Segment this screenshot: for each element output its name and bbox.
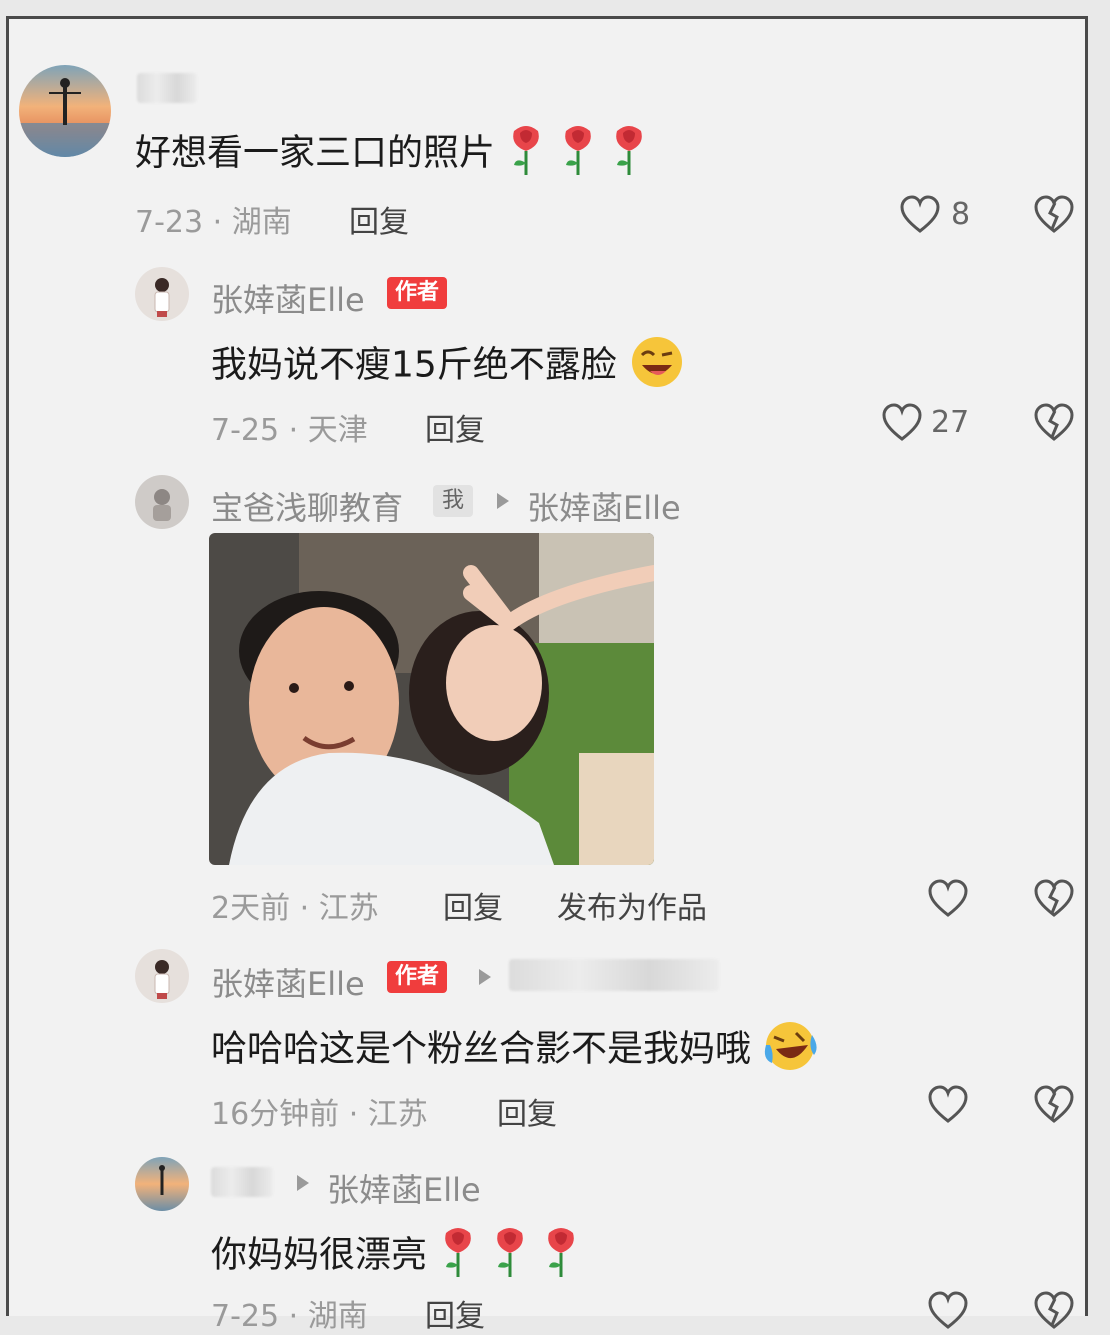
comment-text: 你妈妈很漂亮 bbox=[211, 1225, 581, 1288]
rose-emoji-icon bbox=[609, 123, 649, 186]
like-icon[interactable] bbox=[927, 1085, 969, 1129]
reply-to-name-blurred bbox=[509, 959, 719, 991]
me-badge: 我 bbox=[433, 485, 474, 517]
publish-as-work-button[interactable]: 发布为作品 bbox=[557, 883, 707, 927]
like-count: 8 bbox=[951, 197, 971, 232]
rose-emoji-icon bbox=[490, 1225, 530, 1288]
like-icon[interactable] bbox=[899, 195, 941, 239]
reply-button[interactable]: 回复 bbox=[497, 1089, 557, 1133]
dislike-icon[interactable] bbox=[1033, 195, 1075, 239]
comment-list: 好想看一家三口的照片 7-23 · 湖南 回复 8 张婞菡Elle 作者 我妈说… bbox=[6, 16, 1088, 1334]
user-avatar[interactable] bbox=[135, 1157, 189, 1211]
reply-arrow-icon bbox=[479, 969, 491, 985]
comment-meta: 7-25 · 天津 bbox=[211, 413, 368, 448]
reply-arrow-icon bbox=[497, 493, 509, 509]
grinning-wink-face-icon bbox=[628, 335, 686, 398]
comment-text: 好想看一家三口的照片 bbox=[135, 123, 649, 186]
user-avatar[interactable] bbox=[19, 65, 111, 157]
author-name[interactable]: 张婞菡Elle bbox=[211, 959, 365, 1005]
username-blurred bbox=[211, 1167, 273, 1197]
comment-photo[interactable] bbox=[209, 533, 654, 865]
reply-to-name[interactable]: 张婞菡Elle bbox=[527, 483, 681, 529]
comment-text: 我妈说不瘦15斤绝不露脸 bbox=[211, 335, 686, 398]
author-avatar[interactable] bbox=[135, 267, 189, 321]
comment-text: 哈哈哈这是个粉丝合影不是我妈哦 bbox=[211, 1019, 818, 1082]
reply-button[interactable]: 回复 bbox=[443, 883, 503, 927]
author-badge: 作者 bbox=[387, 961, 448, 993]
my-avatar[interactable] bbox=[135, 475, 189, 529]
author-avatar[interactable] bbox=[135, 949, 189, 1003]
comment-meta: 16分钟前 · 江苏 bbox=[211, 1097, 428, 1132]
reply-button[interactable]: 回复 bbox=[425, 1291, 485, 1335]
rose-emoji-icon bbox=[506, 123, 546, 186]
dislike-icon[interactable] bbox=[1033, 403, 1075, 447]
rose-emoji-icon bbox=[541, 1225, 581, 1288]
like-icon[interactable] bbox=[881, 403, 923, 447]
like-icon[interactable] bbox=[927, 879, 969, 923]
like-icon[interactable] bbox=[927, 1291, 969, 1335]
comment-meta: 7-23 · 湖南 bbox=[135, 205, 292, 240]
username-blurred bbox=[137, 73, 197, 103]
my-name[interactable]: 宝爸浅聊教育 bbox=[211, 483, 403, 529]
dislike-icon[interactable] bbox=[1033, 1291, 1075, 1335]
reply-button[interactable]: 回复 bbox=[349, 197, 409, 241]
comment-meta: 7-25 · 湖南 bbox=[211, 1299, 368, 1334]
author-name[interactable]: 张婞菡Elle bbox=[211, 275, 365, 321]
like-count: 27 bbox=[931, 405, 970, 440]
comment-meta: 2天前 · 江苏 bbox=[211, 891, 379, 926]
reply-button[interactable]: 回复 bbox=[425, 405, 485, 449]
dislike-icon[interactable] bbox=[1033, 879, 1075, 923]
reply-arrow-icon bbox=[297, 1175, 309, 1191]
rose-emoji-icon bbox=[558, 123, 598, 186]
dislike-icon[interactable] bbox=[1033, 1085, 1075, 1129]
author-badge: 作者 bbox=[387, 277, 448, 309]
rose-emoji-icon bbox=[438, 1225, 478, 1288]
laughing-tears-face-icon bbox=[762, 1019, 818, 1082]
reply-to-name[interactable]: 张婞菡Elle bbox=[327, 1165, 481, 1211]
